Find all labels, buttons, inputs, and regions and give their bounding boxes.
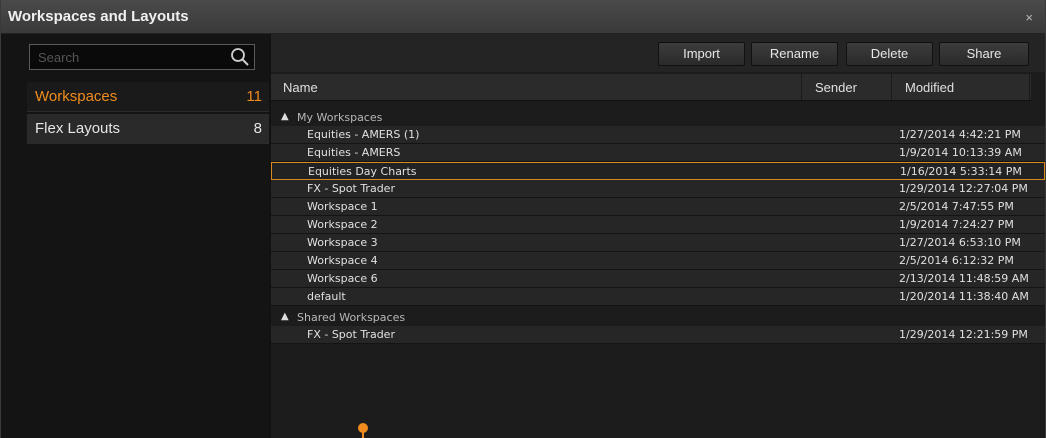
sidebar-item-label: Workspaces bbox=[35, 88, 118, 105]
sidebar-item-count: 11 bbox=[246, 88, 262, 105]
row-modified: 1/16/2014 5:33:14 PM bbox=[900, 165, 1022, 178]
title-bar: Workspaces and Layouts × bbox=[1, 0, 1045, 34]
close-icon[interactable]: × bbox=[1025, 10, 1033, 25]
row-modified: 1/29/2014 12:21:59 PM bbox=[899, 328, 1028, 341]
row-modified: 1/27/2014 4:42:21 PM bbox=[899, 128, 1021, 141]
group-header[interactable]: ▲ My Workspaces bbox=[271, 110, 1045, 126]
share-button[interactable]: Share bbox=[939, 42, 1029, 66]
group-header[interactable]: ▲ Shared Workspaces bbox=[271, 310, 1045, 326]
sidebar-item-workspaces[interactable]: Workspaces 11 bbox=[27, 82, 269, 112]
sidebar-item-label: Flex Layouts bbox=[35, 120, 121, 137]
toolbar: Import Rename Delete Share bbox=[271, 34, 1045, 72]
row-name: Workspace 2 bbox=[307, 218, 378, 231]
search-input[interactable] bbox=[30, 45, 236, 69]
column-sender[interactable]: Sender bbox=[815, 80, 857, 95]
table-row[interactable]: FX - Spot Trader 1/29/2014 12:21:59 PM bbox=[271, 326, 1045, 344]
row-name: default bbox=[307, 290, 346, 303]
collapse-triangle-icon[interactable]: ▲ bbox=[281, 111, 289, 122]
window-title: Workspaces and Layouts bbox=[8, 8, 189, 25]
row-modified: 1/20/2014 11:38:40 AM bbox=[899, 290, 1029, 303]
sidebar-item-flex-layouts[interactable]: Flex Layouts 8 bbox=[27, 114, 269, 144]
rename-button[interactable]: Rename bbox=[751, 42, 838, 66]
delete-button[interactable]: Delete bbox=[846, 42, 933, 66]
row-name: FX - Spot Trader bbox=[307, 328, 395, 341]
table-row[interactable]: Workspace 4 2/5/2014 6:12:32 PM bbox=[271, 252, 1045, 270]
row-name: Equities Day Charts bbox=[308, 165, 417, 178]
row-modified: 2/5/2014 7:47:55 PM bbox=[899, 200, 1014, 213]
collapse-triangle-icon[interactable]: ▲ bbox=[281, 311, 289, 322]
search-icon[interactable] bbox=[230, 47, 250, 67]
sidebar: Workspaces 11 Flex Layouts 8 bbox=[1, 34, 269, 438]
row-name: Workspace 1 bbox=[307, 200, 378, 213]
column-name[interactable]: Name bbox=[283, 80, 318, 95]
row-name: Workspace 4 bbox=[307, 254, 378, 267]
table-row[interactable]: FX - Spot Trader 1/29/2014 12:27:04 PM bbox=[271, 180, 1045, 198]
column-divider[interactable] bbox=[1029, 74, 1030, 100]
sidebar-item-count: 8 bbox=[253, 120, 262, 137]
row-name: Equities - AMERS bbox=[307, 146, 401, 159]
row-name: Workspace 6 bbox=[307, 272, 378, 285]
row-name: FX - Spot Trader bbox=[307, 182, 395, 195]
group-name: Shared Workspaces bbox=[297, 311, 406, 324]
workspaces-window: Workspaces and Layouts × Workspaces 11 F… bbox=[0, 0, 1046, 438]
column-divider[interactable] bbox=[801, 74, 802, 100]
table-row[interactable]: default 1/20/2014 11:38:40 AM bbox=[271, 288, 1045, 306]
row-modified: 1/27/2014 6:53:10 PM bbox=[899, 236, 1021, 249]
pin-stem bbox=[362, 432, 364, 438]
row-modified: 2/13/2014 11:48:59 AM bbox=[899, 272, 1029, 285]
table-row[interactable]: Equities - AMERS (1) 1/27/2014 4:42:21 PM bbox=[271, 126, 1045, 144]
row-modified: 1/9/2014 7:24:27 PM bbox=[899, 218, 1014, 231]
column-modified[interactable]: Modified bbox=[905, 80, 954, 95]
search-box bbox=[29, 44, 255, 70]
column-header: Name Sender Modified bbox=[271, 74, 1031, 101]
main-panel: Import Rename Delete Share Name Sender M… bbox=[271, 34, 1045, 438]
table-row[interactable]: Workspace 2 1/9/2014 7:24:27 PM bbox=[271, 216, 1045, 234]
table-row[interactable]: Equities - AMERS 1/9/2014 10:13:39 AM bbox=[271, 144, 1045, 162]
row-name: Equities - AMERS (1) bbox=[307, 128, 420, 141]
workspace-list: ▲ My Workspaces Equities - AMERS (1) 1/27/2… bbox=[271, 106, 1045, 344]
table-row[interactable]: Workspace 6 2/13/2014 11:48:59 AM bbox=[271, 270, 1045, 288]
row-modified: 1/9/2014 10:13:39 AM bbox=[899, 146, 1022, 159]
table-row[interactable]: Equities Day Charts 1/16/2014 5:33:14 PM bbox=[271, 162, 1045, 180]
row-name: Workspace 3 bbox=[307, 236, 378, 249]
table-row[interactable]: Workspace 1 2/5/2014 7:47:55 PM bbox=[271, 198, 1045, 216]
row-modified: 1/29/2014 12:27:04 PM bbox=[899, 182, 1028, 195]
column-divider[interactable] bbox=[891, 74, 892, 100]
table-row[interactable]: Workspace 3 1/27/2014 6:53:10 PM bbox=[271, 234, 1045, 252]
import-button[interactable]: Import bbox=[658, 42, 745, 66]
row-modified: 2/5/2014 6:12:32 PM bbox=[899, 254, 1014, 267]
group-name: My Workspaces bbox=[297, 111, 383, 124]
